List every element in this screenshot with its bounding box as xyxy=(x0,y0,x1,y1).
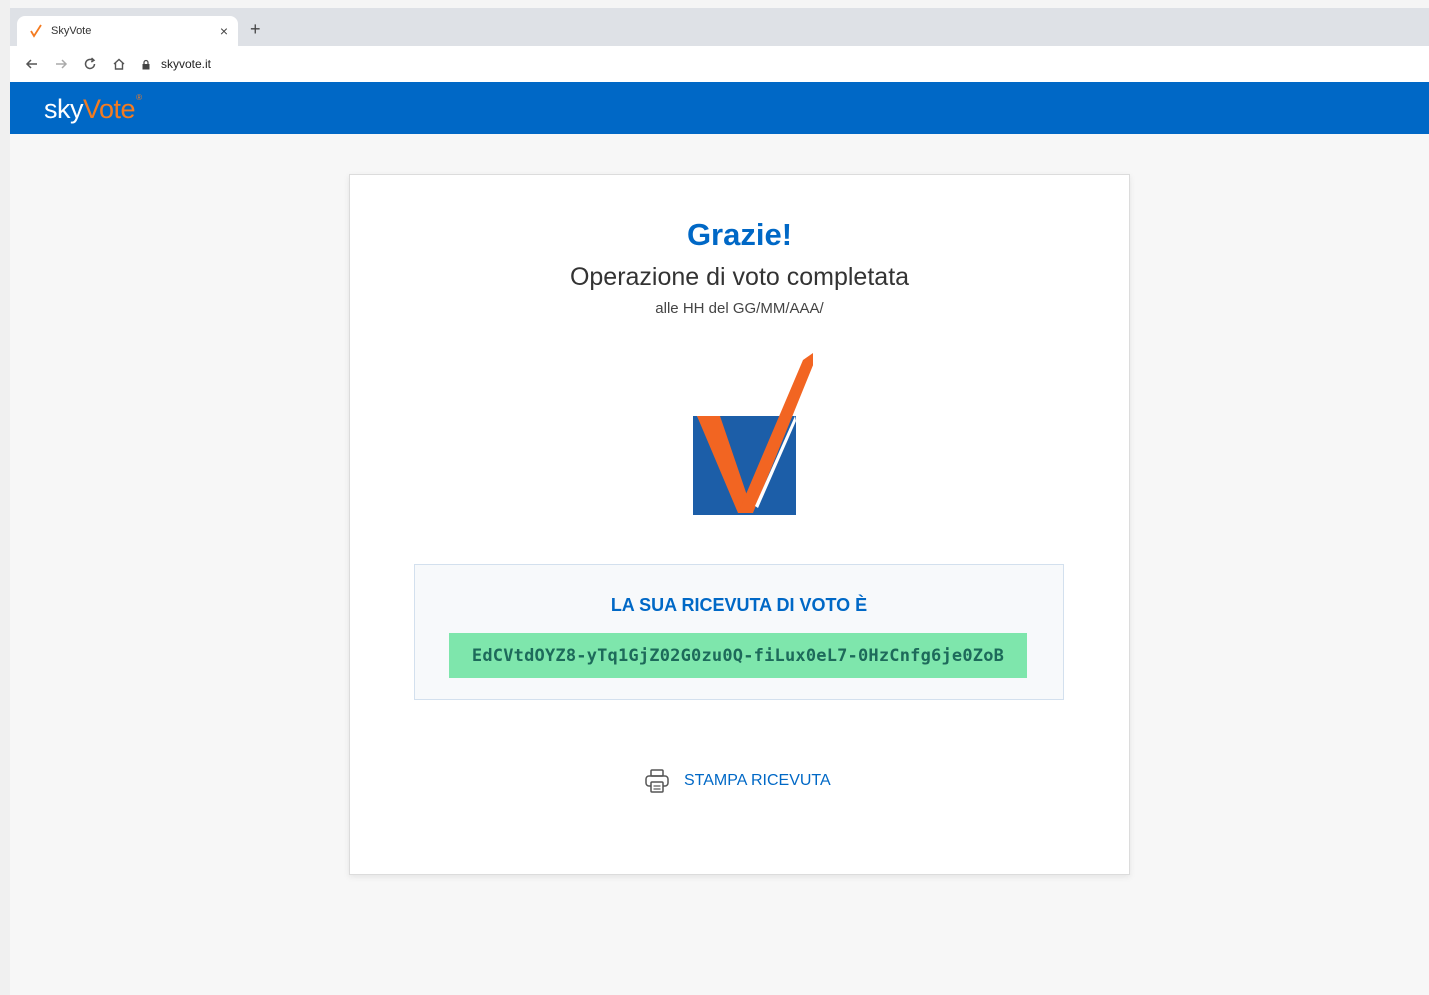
logo-sky-text: sky xyxy=(44,94,84,124)
lock-icon xyxy=(141,59,151,70)
favicon-check-icon xyxy=(29,24,43,38)
confirmation-subtitle: Operazione di voto completata xyxy=(569,263,910,291)
vote-checkmark-logo-icon xyxy=(683,348,820,518)
logo-trademark: ® xyxy=(136,93,142,102)
url-text: skyvote.it xyxy=(161,57,212,71)
close-tab-icon[interactable]: × xyxy=(220,24,228,38)
logo-vote-text: Vote xyxy=(83,94,136,124)
tab-strip: SkyVote × + xyxy=(10,8,1429,46)
forward-arrow-icon[interactable] xyxy=(46,50,75,78)
new-tab-button[interactable]: + xyxy=(250,20,261,38)
receipt-panel: LA SUA RICEVUTA DI VOTO È EdCVtdOYZ8-yTq… xyxy=(414,564,1064,700)
browser-toolbar: skyvote.it xyxy=(10,46,1429,82)
reload-icon[interactable] xyxy=(75,50,104,78)
receipt-label: LA SUA RICEVUTA DI VOTO È xyxy=(610,595,868,615)
page-title: Grazie! xyxy=(686,217,793,252)
receipt-code[interactable]: EdCVtdOYZ8-yTq1GjZ02G0zu0Q-fiLux0eL7-0Hz… xyxy=(449,633,1027,678)
skyvote-logo[interactable]: sky Vote ® xyxy=(44,93,142,123)
print-receipt-button[interactable]: STAMPA RICEVUTA xyxy=(644,768,831,794)
tab-title: SkyVote xyxy=(51,25,92,37)
browser-tab[interactable]: SkyVote × xyxy=(17,16,238,46)
address-bar[interactable]: skyvote.it xyxy=(141,51,211,77)
printer-icon xyxy=(644,768,670,794)
vote-timestamp: alle HH del GG/MM/AAA/ xyxy=(655,300,824,317)
confirmation-card: Grazie! Operazione di voto completata al… xyxy=(349,174,1130,875)
print-receipt-label: STAMPA RICEVUTA xyxy=(684,772,831,789)
window-edge xyxy=(0,0,10,995)
home-icon[interactable] xyxy=(104,50,133,78)
app-header: sky Vote ® xyxy=(10,82,1429,134)
back-arrow-icon[interactable] xyxy=(17,50,46,78)
